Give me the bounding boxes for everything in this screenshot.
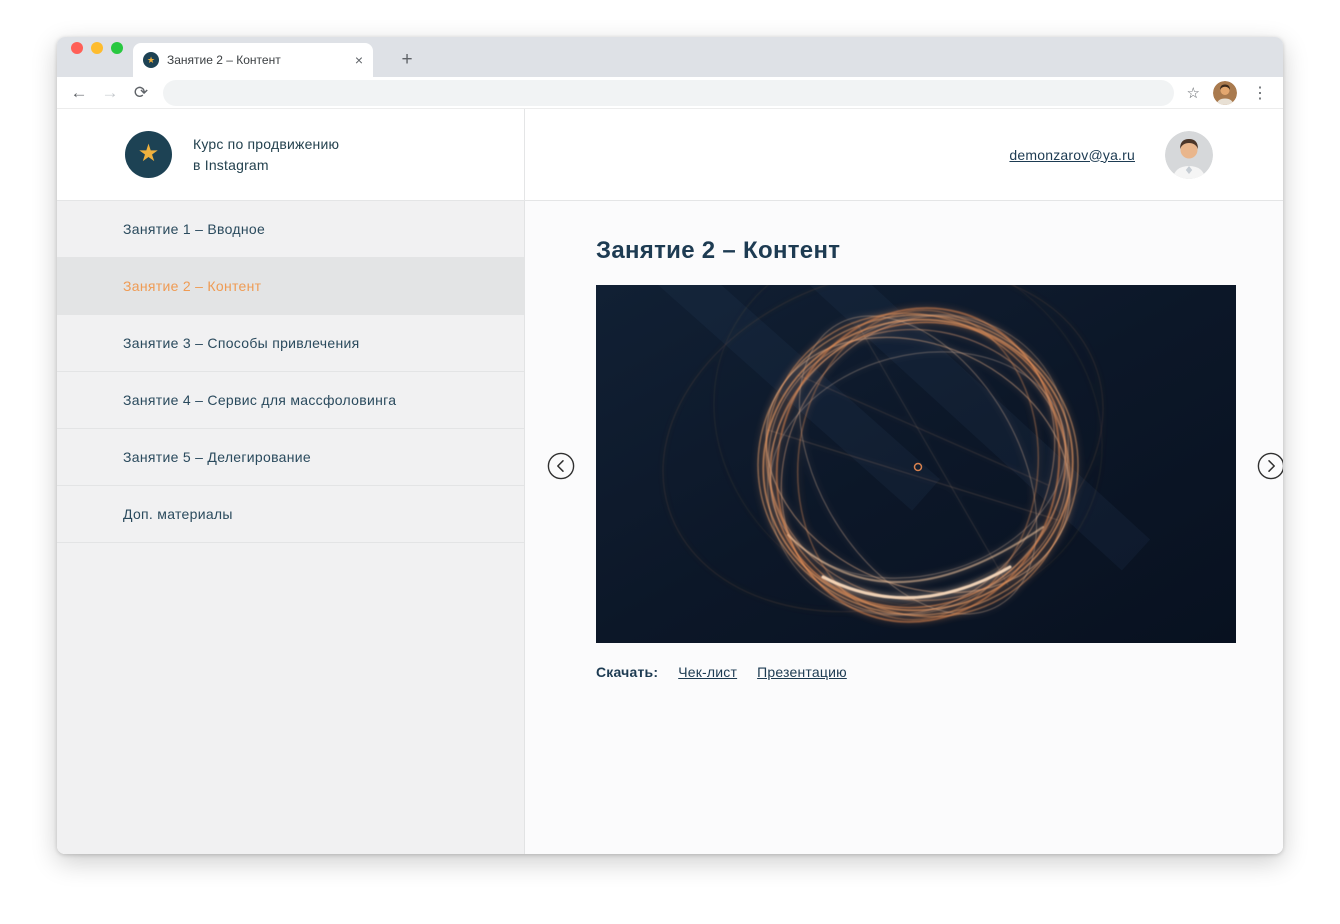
browser-toolbar: ← → ⟳ ☆ ⋮ bbox=[57, 77, 1283, 109]
download-label: Скачать: bbox=[596, 663, 659, 680]
download-checklist-link[interactable]: Чек-лист bbox=[678, 664, 737, 680]
address-bar[interactable] bbox=[163, 79, 1174, 106]
app-body: Занятие 1 – Вводное Занятие 2 – Контент … bbox=[57, 201, 1283, 854]
sidebar-item-4[interactable]: Занятие 4 – Сервис для массфоловинга bbox=[57, 372, 524, 429]
downloads-row: Скачать: Чек-лист Презентацию bbox=[596, 664, 1283, 680]
browser-window: ★ Занятие 2 – Контент × + ← → ⟳ ☆ ⋮ ★ Ку… bbox=[57, 37, 1283, 854]
lesson-video-thumbnail[interactable] bbox=[596, 284, 1236, 643]
lesson-content: Занятие 2 – Контент Скачать: Чек-лист Пр… bbox=[525, 201, 1283, 854]
user-email-link[interactable]: demonzarov@ya.ru bbox=[1009, 147, 1135, 163]
tab-title: Занятие 2 – Контент bbox=[167, 53, 281, 67]
sidebar-item-1[interactable]: Занятие 1 – Вводное bbox=[57, 201, 524, 258]
sidebar-item-3[interactable]: Занятие 3 – Способы привлечения bbox=[57, 315, 524, 372]
sidebar-item-6[interactable]: Доп. материалы bbox=[57, 486, 524, 543]
sidebar-item-2[interactable]: Занятие 2 – Контент bbox=[57, 258, 524, 315]
course-title: Курс по продвижению в Instagram bbox=[193, 136, 340, 173]
browser-menu-icon[interactable]: ⋮ bbox=[1250, 83, 1270, 103]
lesson-title: Занятие 2 – Контент bbox=[596, 237, 841, 264]
tab-strip: ★ Занятие 2 – Контент × + bbox=[57, 37, 1283, 77]
browser-profile-avatar-image bbox=[1213, 80, 1237, 105]
back-icon[interactable]: ← bbox=[70, 84, 88, 101]
fullscreen-window-button[interactable] bbox=[111, 42, 123, 54]
user-avatar[interactable] bbox=[1165, 130, 1213, 179]
browser-tab[interactable]: ★ Занятие 2 – Контент × bbox=[133, 43, 373, 77]
course-logo-icon: ★ bbox=[125, 131, 172, 178]
tab-favicon-icon: ★ bbox=[143, 52, 159, 68]
bookmark-star-icon[interactable]: ☆ bbox=[1187, 84, 1200, 102]
close-window-button[interactable] bbox=[71, 42, 83, 54]
new-tab-button[interactable]: + bbox=[393, 46, 421, 74]
forward-icon: → bbox=[101, 83, 119, 102]
app-header: ★ Курс по продвижению в Instagram demonz… bbox=[57, 109, 1283, 201]
previous-lesson-button[interactable] bbox=[547, 452, 575, 480]
app-header-user: demonzarov@ya.ru bbox=[525, 109, 1283, 200]
traffic-lights bbox=[71, 42, 123, 54]
minimize-window-button[interactable] bbox=[91, 42, 103, 54]
reload-icon[interactable]: ⟳ bbox=[132, 84, 150, 101]
download-presentation-link[interactable]: Презентацию bbox=[757, 664, 847, 680]
sidebar-item-5[interactable]: Занятие 5 – Делегирование bbox=[57, 429, 524, 486]
next-lesson-button[interactable] bbox=[1257, 452, 1283, 480]
app-header-brand: ★ Курс по продвижению в Instagram bbox=[57, 109, 525, 200]
course-app: ★ Курс по продвижению в Instagram demonz… bbox=[57, 109, 1283, 854]
lessons-sidebar: Занятие 1 – Вводное Занятие 2 – Контент … bbox=[57, 201, 525, 854]
user-avatar-image bbox=[1165, 130, 1213, 179]
browser-profile-avatar[interactable] bbox=[1213, 80, 1237, 105]
tab-close-icon[interactable]: × bbox=[355, 53, 363, 67]
